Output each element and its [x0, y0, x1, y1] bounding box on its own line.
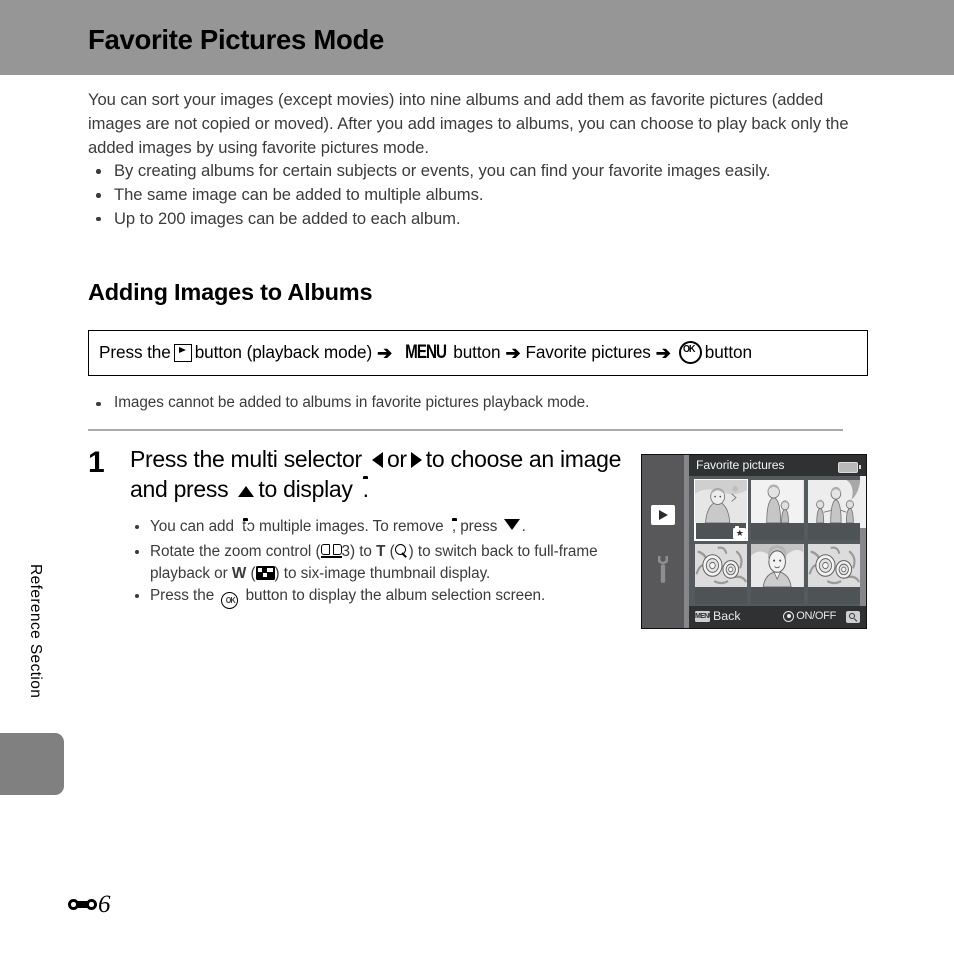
battery-icon [838, 461, 862, 473]
thumbnail-cell-3[interactable] [807, 480, 860, 540]
ok-button-icon: OK [221, 592, 239, 610]
step-instruction: Press the multi selector or to choose an … [130, 444, 630, 507]
sub1-text-a: You can add [150, 517, 234, 535]
navigation-path-line: Press the button (playback mode) ➔ MENU … [99, 341, 752, 365]
navigation-path-box: Press the button (playback mode) ➔ MENU … [88, 329, 868, 376]
intro-paragraph: You can sort your images (except movies)… [88, 90, 849, 157]
list-item: Images cannot be added to albums in favo… [88, 392, 868, 414]
step-sub-bullets: You can add to multiple images. To remov… [130, 516, 630, 610]
section-tab-marker [0, 733, 64, 795]
sub2-ref: 3 [341, 543, 351, 561]
page-number-value: 6 [98, 891, 111, 918]
section-side-label: Reference Section [27, 564, 44, 699]
sub2-text-f: ) to six-image thumbnail display. [274, 564, 491, 582]
page-number: 6 [68, 892, 111, 917]
sub3-text-b: button to display the album selection sc… [245, 587, 546, 605]
page-title: Favorite Pictures Mode [88, 24, 384, 55]
onoff-label: ON/OFF [796, 610, 836, 622]
camera-screen-titlebar: Favorite pictures [689, 455, 866, 476]
up-triangle-icon [238, 485, 255, 497]
magnifier-icon [394, 544, 409, 559]
thumbnail-image-family-group [807, 480, 860, 523]
zoom-wide-label: W [231, 564, 247, 582]
thumbnail-grid [693, 479, 860, 604]
thumbnail-image-woman-outdoors [695, 480, 748, 523]
menu-button-icon: MENU [405, 341, 447, 363]
thumbnail-cell-1[interactable] [693, 479, 749, 541]
camera-mode-sidebar [642, 455, 684, 628]
camera-thumbnail-area [689, 476, 866, 606]
multi-selector-icon [783, 610, 795, 622]
instruction-text-favorite-pictures: Favorite pictures [525, 342, 651, 363]
arrow-right-icon: ➔ [505, 342, 521, 363]
list-item: You can add to multiple images. To remov… [130, 516, 630, 541]
sub2-text-b: ) to [349, 543, 372, 561]
playback-mode-icon[interactable] [651, 505, 675, 525]
step-body: Press the multi selector or to choose an … [130, 444, 630, 611]
thumbnail-image-flowers-1 [695, 544, 748, 587]
magnifier-button-icon[interactable] [846, 611, 860, 623]
onoff-hint: ON/OFF [783, 610, 836, 622]
list-item: By creating albums for certain subjects … [88, 159, 868, 183]
step-divider [88, 429, 843, 431]
step-number: 1 [88, 445, 105, 479]
menu-button-icon: MENU [695, 611, 710, 622]
thumbnail-image-portrait [751, 544, 804, 587]
arrow-right-icon: ➔ [377, 342, 393, 363]
list-item: The same image can be added to multiple … [88, 183, 868, 207]
thumbnail-cell-2[interactable] [751, 480, 804, 540]
step-text-or: or [386, 445, 407, 472]
thumbnail-cell-4[interactable] [695, 544, 748, 604]
camera-screen-title: Favorite pictures [696, 458, 785, 472]
zoom-tele-label: T [376, 543, 386, 561]
sub1-text-b: to multiple images. To remove [242, 517, 444, 535]
instruction-text-button-1: button [453, 342, 501, 363]
list-item: Up to 200 images can be added to each al… [88, 207, 868, 231]
thumbnail-cell-6[interactable] [807, 544, 860, 604]
left-triangle-icon [371, 451, 383, 468]
favorite-tag-icon [733, 526, 747, 539]
sub3-text-a: Press the [150, 587, 215, 605]
camera-scrollbar-thumb[interactable] [860, 476, 866, 528]
camera-screen-illustration: Favorite pictures ★ MEN Back ON/OFF [641, 454, 867, 629]
instruction-text-press-the: Press the [99, 342, 171, 363]
back-label[interactable]: Back [713, 609, 741, 623]
down-triangle-icon [503, 518, 520, 530]
thumbnail-cell-5[interactable] [751, 544, 804, 604]
arrow-right-icon: ➔ [655, 342, 671, 363]
instruction-text-button-2: button [704, 342, 752, 363]
camera-screen-bottombar: MENU Back ON/OFF [689, 606, 866, 628]
reference-section-glyph-icon [68, 896, 97, 913]
list-item: Press the OK button to display the album… [130, 585, 630, 610]
step-text-c: to display [258, 475, 353, 502]
section-heading: Adding Images to Albums [88, 278, 373, 305]
intro-bullet-list: By creating albums for certain subjects … [88, 159, 868, 230]
thumbnail-image-woman-with-child [751, 480, 804, 523]
sub2-text-e: ( [250, 564, 256, 582]
intro-block: You can sort your images (except movies)… [88, 88, 868, 231]
step-text-a: Press the multi selector [130, 445, 362, 472]
sub2-text-a: Rotate the zoom control ( [150, 543, 321, 561]
open-book-icon [320, 544, 342, 559]
section-note-list: Images cannot be added to albums in favo… [88, 392, 868, 414]
instruction-text-button-playback-mode: button (playback mode) [194, 342, 373, 363]
sub1-text-d: . [521, 517, 526, 535]
thumbnail-image-flowers-2 [807, 544, 860, 587]
thumbnail-grid-icon [255, 565, 275, 580]
playback-button-icon [173, 343, 192, 362]
right-triangle-icon [410, 451, 422, 468]
list-item: Rotate the zoom control ( 3) to T ( ) to s… [130, 541, 630, 584]
setup-wrench-icon[interactable] [654, 555, 672, 583]
ok-button-icon: OK [678, 341, 702, 365]
